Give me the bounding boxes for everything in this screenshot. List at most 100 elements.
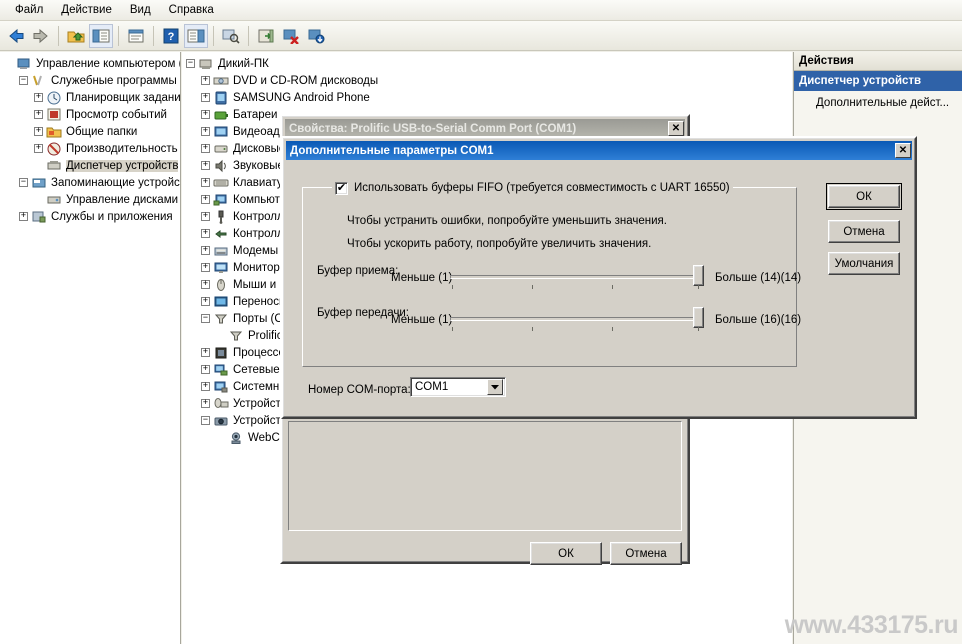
properties-dialog-title: Свойства: Prolific USB-to-Serial Comm Po… [289,122,577,135]
sidebar-item[interactable]: − Служебные программы [2,72,180,89]
advanced-ok-button[interactable]: ОК [826,183,902,210]
sidebar-item-label: Общие папки [66,125,138,138]
expand-plus-icon[interactable]: + [199,176,212,189]
scan-hardware-changes-icon[interactable] [219,24,243,48]
expand-plus-icon[interactable]: + [199,142,212,155]
device-tree-item[interactable]: + SAMSUNG Android Phone [184,89,792,106]
menu-action[interactable]: Действие [52,2,121,18]
receive-buffer-label: Буфер приема: [317,265,398,278]
collapse-minus-icon[interactable]: − [184,57,197,70]
expand-plus-icon[interactable]: + [199,397,212,410]
menu-file[interactable]: Файл [6,2,52,18]
forward-arrow-icon[interactable] [29,24,53,48]
com-port-value: COM1 [415,381,449,393]
site-watermark: www.433175.ru [784,611,959,639]
sidebar-item[interactable]: + Общие папки [2,123,180,140]
help-icon[interactable]: ? [159,24,183,48]
collapse-minus-icon[interactable]: − [17,176,30,189]
sidebar-item[interactable]: + Производительность [2,140,180,157]
up-folder-icon[interactable] [64,24,88,48]
transmit-slider-min-label: Меньше (1) [391,314,453,326]
performance-icon [46,141,63,156]
device-manager-icon [46,158,63,173]
sidebar-item[interactable]: + Просмотр событий [2,106,180,123]
toolbar-separator [248,25,249,46]
collapse-minus-icon[interactable]: − [199,414,212,427]
properties-ok-button[interactable]: ОК [530,542,602,565]
show-hide-action-pane-icon[interactable] [184,23,208,48]
advanced-defaults-button[interactable]: Умолчания [828,252,900,275]
expand-plus-icon[interactable]: + [199,193,212,206]
expand-plus-icon[interactable]: + [199,125,212,138]
sidebar-item[interactable]: Управление дисками [2,191,180,208]
receive-slider-tick [698,285,699,289]
close-icon[interactable]: ✕ [668,121,684,136]
expand-plus-icon[interactable]: + [32,142,45,155]
actions-pane-header: Действия [794,52,962,71]
sidebar-item[interactable]: + Планировщик заданий [2,89,180,106]
sidebar-item[interactable]: Диспетчер устройств [2,157,180,174]
close-icon[interactable]: ✕ [895,143,911,158]
expand-plus-icon[interactable]: + [199,261,212,274]
uninstall-device-icon[interactable] [304,24,328,48]
sidebar-item-label: Производительность [66,142,178,155]
collapse-minus-icon[interactable]: − [17,74,30,87]
expand-plus-icon[interactable]: + [199,108,212,121]
collapse-minus-icon[interactable]: − [199,312,212,325]
device-tree-item[interactable]: − Дикий-ПК [184,55,792,72]
expand-plus-icon[interactable]: + [199,244,212,257]
receive-slider-min-label: Меньше (1) [391,272,453,284]
back-arrow-icon[interactable] [4,24,28,48]
expand-plus-icon[interactable]: + [32,91,45,104]
update-driver-icon[interactable] [254,24,278,48]
sidebar-item-label: Диспетчер устройств [66,159,179,172]
com-port-select[interactable]: COM1 [410,377,506,397]
expand-plus-icon[interactable]: + [199,74,212,87]
expand-plus-icon[interactable]: + [199,210,212,223]
monitor-icon [213,260,230,275]
sidebar-item[interactable]: − Запоминающие устройства [2,174,180,191]
expand-plus-icon[interactable]: + [199,380,212,393]
advanced-dialog-titlebar[interactable]: Дополнительные параметры COM1 ✕ [286,141,912,160]
expand-plus-icon[interactable]: + [199,346,212,359]
menu-help[interactable]: Справка [160,2,223,18]
expand-plus-icon[interactable]: + [32,125,45,138]
receive-slider-thumb[interactable] [693,265,704,286]
receive-slider-tick [452,285,453,289]
expand-plus-icon[interactable]: + [199,91,212,104]
keyboard-icon [213,175,230,190]
advanced-dialog-title: Дополнительные параметры COM1 [290,144,494,157]
sidebar-item-label: Просмотр событий [66,108,167,121]
expand-plus-icon[interactable]: + [199,278,212,291]
transmit-slider-thumb[interactable] [693,307,704,328]
expand-plus-icon[interactable]: + [199,159,212,172]
expand-plus-icon[interactable]: + [199,295,212,308]
advanced-cancel-button[interactable]: Отмена [828,220,900,243]
storage-icon [31,175,48,190]
device-tree-item[interactable]: + DVD и CD-ROM дисководы [184,72,792,89]
transmit-slider-track[interactable] [450,317,703,321]
expand-plus-icon[interactable]: + [199,363,212,376]
disable-device-icon[interactable] [279,24,303,48]
fifo-checkbox-row[interactable]: ✔ Использовать буферы FIFO (требуется со… [332,180,733,196]
expand-plus-icon[interactable]: + [199,227,212,240]
console-tree-pane[interactable]: Управление компьютером (лока−Служебные п… [0,52,181,644]
expand-plus-icon[interactable]: + [17,210,30,223]
properties-icon[interactable] [124,24,148,48]
menu-view[interactable]: Вид [121,2,160,18]
display-adapter-icon [213,124,230,139]
sidebar-item[interactable]: + Службы и приложения [2,208,180,225]
expand-plus-icon[interactable]: + [32,108,45,121]
mouse-icon [213,277,230,292]
sidebar-item[interactable]: Управление компьютером (лока [2,55,180,72]
show-hide-console-tree-icon[interactable] [89,23,113,48]
fifo-checkbox[interactable]: ✔ [335,181,348,195]
properties-cancel-button[interactable]: Отмена [610,542,682,565]
actions-more-actions[interactable]: Дополнительные дейст... [794,91,962,109]
ports-icon [213,311,230,326]
transmit-slider-tick [452,327,453,331]
chevron-down-icon[interactable] [487,379,503,395]
receive-slider-track[interactable] [450,275,703,279]
